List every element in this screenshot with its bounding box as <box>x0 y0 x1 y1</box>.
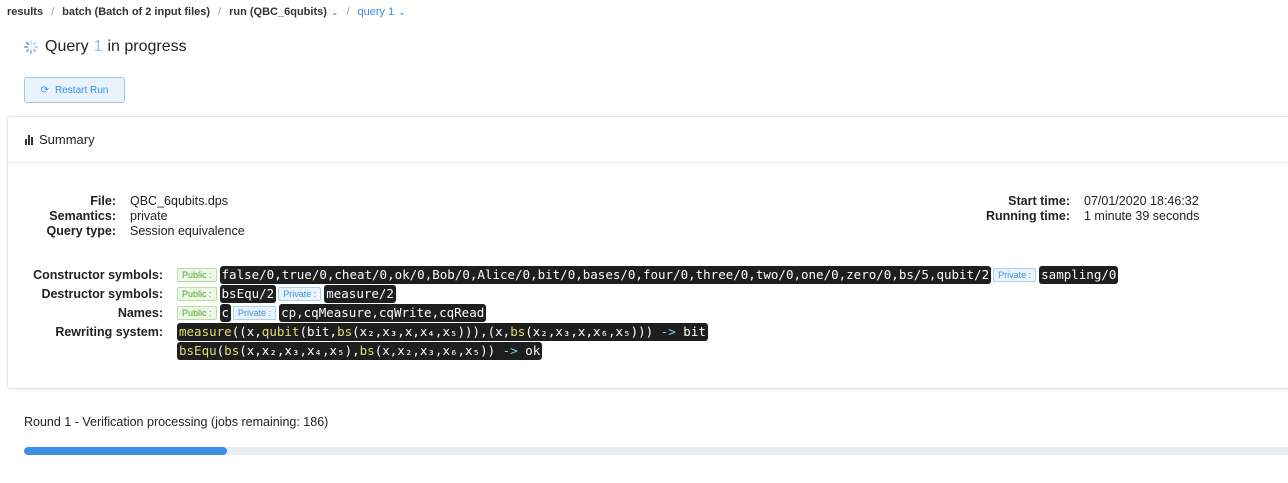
breadcrumb-run[interactable]: run (QBC_6qubits) ⌄ <box>229 6 338 18</box>
private-tag: Private : <box>233 305 277 320</box>
semantics-label: Semantics: <box>49 209 116 223</box>
round-status: Round 1 - Verification processing (jobs … <box>24 415 329 429</box>
rewriting-row-2: bsEqu(bs(x,x₂,x₃,x₄,x₅),bs(x,x₂,x₃,x₆,x₅… <box>177 341 1120 360</box>
breadcrumb-separator: / <box>51 6 55 18</box>
summary-card: Summary File: QBC_6qubits.dps Semantics: p… <box>7 116 1288 389</box>
rewriting-label: Rewriting system: <box>55 324 163 339</box>
breadcrumb-run-label: run (QBC_6qubits) <box>229 6 327 18</box>
breadcrumb-query[interactable]: query 1 ⌄ <box>358 6 406 18</box>
chevron-down-icon[interactable]: ⌄ <box>398 7 406 18</box>
summary-title: Summary <box>39 132 95 147</box>
breadcrumb: results / batch (Batch of 2 input files)… <box>7 6 406 18</box>
breadcrumb-query-label: query 1 <box>357 6 395 18</box>
destructor-label: Destructor symbols: <box>41 286 163 301</box>
public-tag: Public : <box>177 286 217 301</box>
destructor-row: Destructor symbols: Public : bsEqu/2 Pri… <box>25 284 1120 303</box>
breadcrumb-results[interactable]: results <box>7 6 43 18</box>
start-time-value: 07/01/2020 18:46:32 <box>1084 194 1199 208</box>
restart-run-button[interactable]: ⟳ Restart Run <box>24 77 125 103</box>
breadcrumb-separator: / <box>346 6 350 18</box>
public-tag: Public : <box>177 267 217 282</box>
names-private: cp,cqMeasure,cqWrite,cqRead <box>279 303 487 322</box>
bar-chart-icon <box>25 134 33 145</box>
constructor-public-symbols: false/0,true/0,cheat/0,ok/0,Bob/0,Alice/… <box>219 265 992 284</box>
names-row: Names: Public : c Private : cp,cqMeasure… <box>25 303 1120 322</box>
destructor-private-symbols: measure/2 <box>324 284 396 303</box>
semantics-value: private <box>130 209 168 223</box>
title-prefix: Query <box>45 38 89 55</box>
spinner-icon <box>24 40 38 54</box>
constructor-private-symbols: sampling/0 <box>1039 265 1119 284</box>
time-info: Start time: 07/01/2020 18:46:32 Running t… <box>948 194 1199 224</box>
query-type-label: Query type: <box>46 224 116 238</box>
refresh-icon: ⟳ <box>40 84 50 96</box>
title-query-number: 1 <box>93 38 103 55</box>
file-value: QBC_6qubits.dps <box>130 194 228 208</box>
rewrite-rule-1: measure((x,qubit(bit,bs(x₂,x₃,x,x₄,x₅)))… <box>177 322 708 341</box>
private-tag: Private : <box>278 286 322 301</box>
summary-header: Summary <box>8 117 1288 163</box>
running-time-value: 1 minute 39 seconds <box>1084 209 1200 223</box>
private-tag: Private : <box>993 267 1037 282</box>
page-title: Query 1 in progress <box>24 38 187 56</box>
running-time-label: Running time: <box>985 209 1070 223</box>
title-suffix: in progress <box>107 38 187 55</box>
names-label: Names: <box>117 305 163 320</box>
names-public: c <box>219 303 232 322</box>
breadcrumb-batch[interactable]: batch (Batch of 2 input files) <box>62 6 210 18</box>
destructor-public-symbols: bsEqu/2 <box>219 284 277 303</box>
query-type-value: Session equivalence <box>130 224 245 238</box>
restart-run-label: Restart Run <box>55 84 109 96</box>
progress-bar-fill <box>24 447 228 455</box>
rewrite-rule-2: bsEqu(bs(x,x₂,x₃,x₄,x₅),bs(x,x₂,x₃,x₆,x₅… <box>177 341 543 360</box>
public-tag: Public : <box>177 305 217 320</box>
query-info: File: QBC_6qubits.dps Semantics: private Q… <box>25 194 245 239</box>
breadcrumb-separator: / <box>218 6 222 18</box>
constructor-label: Constructor symbols: <box>33 267 163 282</box>
file-label: File: <box>90 194 116 208</box>
chevron-down-icon[interactable]: ⌄ <box>331 7 339 18</box>
progress-bar <box>24 447 1288 455</box>
start-time-label: Start time: <box>1008 194 1070 208</box>
rewriting-row: Rewriting system: measure((x,qubit(bit,b… <box>25 322 1120 341</box>
constructor-row: Constructor symbols: Public : false/0,tr… <box>25 265 1120 284</box>
symbols-section: Constructor symbols: Public : false/0,tr… <box>25 265 1120 360</box>
